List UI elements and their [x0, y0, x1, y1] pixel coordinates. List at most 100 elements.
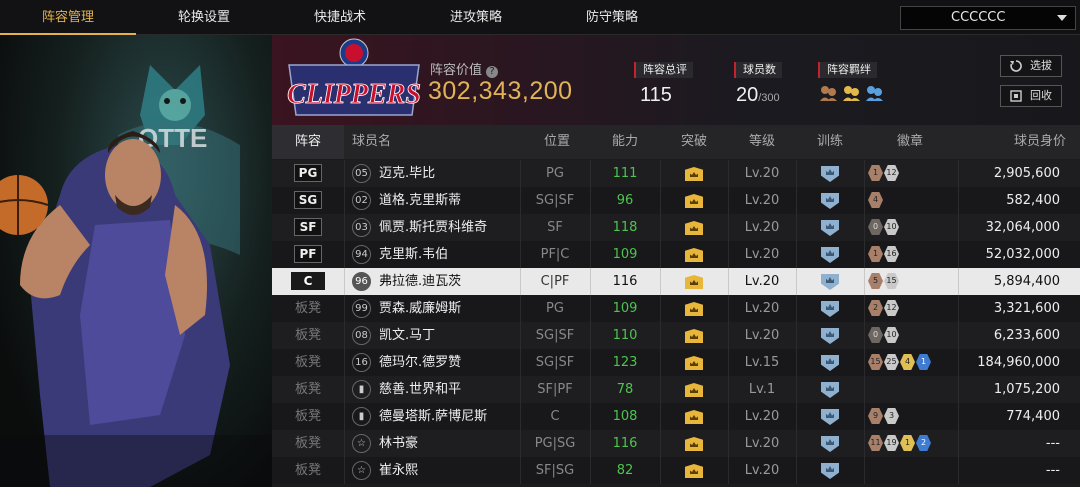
slot-cell[interactable]: 板凳 — [272, 430, 344, 457]
column-divider — [864, 187, 865, 214]
col-training[interactable]: 训练 — [796, 125, 864, 159]
table-row[interactable]: C 96 弗拉德.迪瓦茨 C|PF 116 Lv.20 5 15 5,894,400 — [272, 268, 1080, 295]
breakthrough-cell[interactable] — [660, 187, 728, 214]
badge-gold-icon: 4 — [900, 354, 915, 370]
table-row[interactable]: PF 94 克里斯.韦伯 PF|C 109 Lv.20 1 16 52,032,000 — [272, 241, 1080, 268]
column-divider — [958, 376, 959, 403]
player-value: 5,894,400 — [993, 274, 1060, 289]
badge-list[interactable]: 0 10 — [868, 327, 899, 343]
recycle-button[interactable]: 回收 — [1000, 85, 1062, 107]
col-player-value[interactable]: 球员身价 — [958, 125, 1066, 159]
column-divider — [958, 403, 959, 430]
breakthrough-cell[interactable] — [660, 430, 728, 457]
slot-cell[interactable]: 板凳 — [272, 457, 344, 484]
slot-cell[interactable]: 板凳 — [272, 295, 344, 322]
bond-blue-icon[interactable] — [864, 84, 884, 102]
training-shield-icon — [821, 301, 839, 317]
crown-icon — [685, 437, 703, 451]
badge-list[interactable]: 1 16 — [868, 246, 899, 262]
table-row[interactable]: SF 03 佩贾.斯托贾科维奇 SF 118 Lv.20 0 10 32,064,000 — [272, 214, 1080, 241]
table-row[interactable]: 板凳 ☆ 崔永熙 SF|SG 82 Lv.20 --- — [272, 457, 1080, 484]
bond-gold-icon[interactable] — [841, 84, 861, 102]
tab-rotation-settings[interactable]: 轮换设置 — [136, 0, 272, 35]
tab-defense-strategy[interactable]: 防守策略 — [544, 0, 680, 35]
tab-quick-tactics[interactable]: 快捷战术 — [272, 0, 408, 35]
tab-offense-strategy[interactable]: 进攻策略 — [408, 0, 544, 35]
col-level[interactable]: 等级 — [728, 125, 796, 159]
crown-icon — [685, 167, 703, 181]
slot-cell[interactable]: 板凳 — [272, 349, 344, 376]
training-cell[interactable] — [796, 187, 864, 214]
breakthrough-cell[interactable] — [660, 295, 728, 322]
player-position: C — [550, 409, 560, 424]
badge-silver-icon: 15 — [884, 273, 899, 289]
badge-list[interactable]: 4 — [868, 192, 883, 208]
tab-lineup-management[interactable]: 阵容管理 — [0, 0, 136, 35]
top-nav: 阵容管理 轮换设置 快捷战术 进攻策略 防守策略 CCCCCC — [0, 0, 1080, 35]
badge-dark-icon: 0 — [868, 219, 883, 235]
training-cell[interactable] — [796, 403, 864, 430]
breakthrough-cell[interactable] — [660, 241, 728, 268]
badge-list[interactable]: 2 12 — [868, 300, 899, 316]
col-position[interactable]: 位置 — [522, 125, 592, 159]
breakthrough-cell[interactable] — [660, 376, 728, 403]
badge-list[interactable]: 0 10 — [868, 219, 899, 235]
col-power[interactable]: 能力 — [590, 125, 660, 159]
player-name: 道格.克里斯蒂 — [379, 193, 462, 208]
badge-silver-icon: 19 — [884, 435, 899, 451]
training-cell[interactable] — [796, 241, 864, 268]
table-row[interactable]: 板凳 99 贾森.威廉姆斯 PG 109 Lv.20 2 12 3,321,600 — [272, 295, 1080, 322]
badge-list[interactable]: 93 — [868, 408, 899, 424]
breakthrough-cell[interactable] — [660, 214, 728, 241]
col-player-name[interactable]: 球员名 — [352, 125, 412, 159]
training-cell[interactable] — [796, 160, 864, 187]
select-button[interactable]: 选拔 — [1000, 55, 1062, 77]
training-cell[interactable] — [796, 268, 864, 295]
col-badges[interactable]: 徽章 — [864, 125, 956, 159]
column-divider — [344, 295, 345, 322]
breakthrough-cell[interactable] — [660, 457, 728, 484]
bond-bronze-icon[interactable] — [818, 84, 838, 102]
column-divider — [344, 322, 345, 349]
breakthrough-cell[interactable] — [660, 268, 728, 295]
table-row[interactable]: PG 05 迈克.毕比 PG 111 Lv.20 1 12 2,905,600 — [272, 160, 1080, 187]
badge-list[interactable]: 1 12 — [868, 165, 899, 181]
refresh-icon — [1010, 60, 1022, 72]
breakthrough-cell[interactable] — [660, 160, 728, 187]
breakthrough-cell[interactable] — [660, 403, 728, 430]
training-cell[interactable] — [796, 322, 864, 349]
slot-cell[interactable]: SG — [272, 187, 344, 214]
training-cell[interactable] — [796, 457, 864, 484]
training-cell[interactable] — [796, 376, 864, 403]
table-row[interactable]: 板凳 08 凯文.马丁 SG|SF 110 Lv.20 0 10 6,233,600 — [272, 322, 1080, 349]
training-cell[interactable] — [796, 295, 864, 322]
slot-cell[interactable]: 板凳 — [272, 403, 344, 430]
col-slot[interactable]: 阵容 — [272, 125, 344, 159]
slot-cell[interactable]: PG — [272, 160, 344, 187]
badge-list[interactable]: 5 15 — [868, 273, 899, 289]
slot-cell[interactable]: C — [272, 268, 344, 295]
table-row[interactable]: 板凳 ▮ 德曼塔斯.萨博尼斯 C 108 Lv.20 9 3 774,400 — [272, 403, 1080, 430]
badge-list[interactable]: 11 19 1 2 — [868, 435, 931, 451]
player-name: 贾森.威廉姆斯 — [379, 301, 462, 316]
table-row[interactable]: 板凳 16 德玛尔.德罗赞 SG|SF 123 Lv.15 15 25 4 1 184,960,00… — [272, 349, 1080, 376]
column-divider — [344, 376, 345, 403]
column-divider — [958, 241, 959, 268]
table-row[interactable]: 板凳 ▮ 慈善.世界和平 SF|PF 78 Lv.1 1,075,200 — [272, 376, 1080, 403]
training-cell[interactable] — [796, 430, 864, 457]
slot-cell[interactable]: 板凳 — [272, 376, 344, 403]
chart-icon: ▮ — [352, 380, 371, 399]
col-breakthrough[interactable]: 突破 — [660, 125, 728, 159]
training-cell[interactable] — [796, 214, 864, 241]
breakthrough-cell[interactable] — [660, 349, 728, 376]
slot-cell[interactable]: PF — [272, 241, 344, 268]
crown-icon — [685, 275, 703, 289]
table-row[interactable]: SG 02 道格.克里斯蒂 SG|SF 96 Lv.20 4 582,400 — [272, 187, 1080, 214]
training-cell[interactable] — [796, 349, 864, 376]
account-dropdown[interactable]: CCCCCC — [900, 6, 1076, 30]
table-row[interactable]: 板凳 ☆ 林书豪 PG|SG 116 Lv.20 11 19 1 2 --- — [272, 430, 1080, 457]
badge-list[interactable]: 15 25 4 1 — [868, 354, 931, 370]
slot-cell[interactable]: SF — [272, 214, 344, 241]
slot-cell[interactable]: 板凳 — [272, 322, 344, 349]
breakthrough-cell[interactable] — [660, 322, 728, 349]
